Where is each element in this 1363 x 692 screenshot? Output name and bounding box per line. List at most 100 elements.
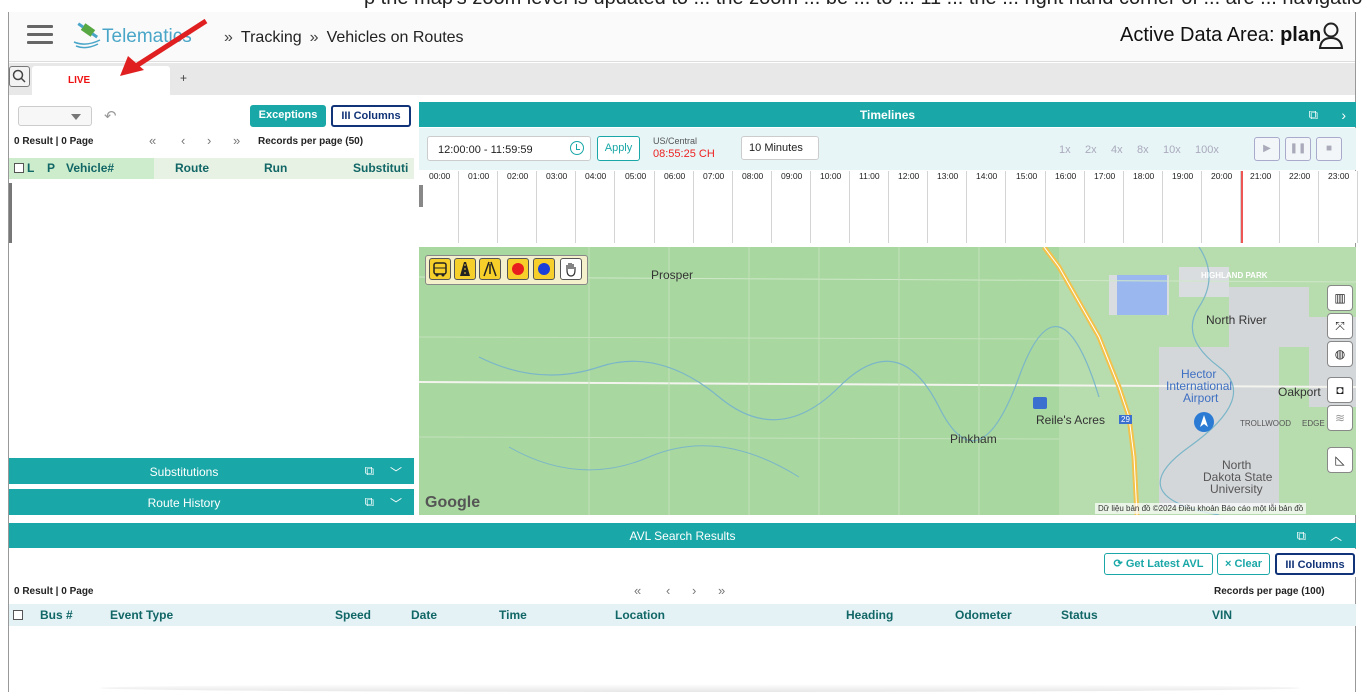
col-vehicle[interactable]: Vehicle# [66,161,114,175]
col-l[interactable]: L [27,161,34,175]
resize-handle[interactable] [9,183,12,243]
timelines-title: Timelines [859,108,916,122]
map-label-airport: Airport [1183,391,1219,405]
timeline-hour-label: 13:00 [937,171,959,181]
route-lines-icon[interactable] [479,258,501,280]
avl-columns-button[interactable]: III Columns [1275,553,1355,575]
col-run[interactable]: Run [264,161,287,175]
speed-10x[interactable]: 10x [1163,144,1181,156]
route-toggle-icon[interactable]: ⤧ [1327,313,1353,339]
minutes-label: Minutes [764,142,803,154]
clock-icon[interactable] [570,141,584,155]
speed-2x[interactable]: 2x [1085,144,1097,156]
prev-page-icon[interactable]: ‹ [181,133,185,148]
records-per-page[interactable]: Records per page (50) [258,136,363,147]
col-vin[interactable]: VIN [1212,608,1232,622]
col-substitution[interactable]: Substituti [353,161,408,175]
pause-icon[interactable]: ❚❚ [1285,137,1311,161]
timeline-hour-gridline [966,171,967,243]
last-page-icon[interactable]: » [718,583,725,598]
user-icon[interactable] [1318,22,1344,50]
speed-100x[interactable]: 100x [1195,144,1219,156]
col-location[interactable]: Location [615,608,665,622]
blue-stop-icon[interactable] [533,258,555,280]
timeline-drag-handle[interactable] [419,185,423,207]
avl-result-count: 0 Result | 0 Page [14,586,94,597]
avl-records-per-page[interactable]: Records per page (100) [1214,586,1325,597]
columns-button[interactable]: III Columns [331,105,411,127]
chevron-down-icon[interactable]: ﹀ [390,495,402,512]
breadcrumb-tracking[interactable]: Tracking [241,29,302,46]
chevron-up-icon[interactable]: ︿ [1330,527,1342,544]
filter-dropdown[interactable] [18,106,92,126]
timeline-hour-label: 20:00 [1211,171,1233,181]
col-route[interactable]: Route [175,161,209,175]
timeline-hour-label: 04:00 [585,171,607,181]
external-link-icon[interactable]: ⧉ [1297,528,1306,544]
active-data-area: Active Data Area: plan [1120,24,1321,47]
speed-8x[interactable]: 8x [1137,144,1149,156]
col-heading[interactable]: Heading [846,608,893,622]
timeline-hour-gridline [771,171,772,243]
chevron-right-icon[interactable]: › [1341,107,1346,123]
layers-icon[interactable]: ≋ [1327,405,1353,431]
timeline-hour-label: 11:00 [859,171,880,181]
timeline-hour-gridline [810,171,811,243]
stop-icon[interactable]: ■ [1316,137,1342,161]
first-page-icon[interactable]: « [149,133,156,148]
time-range-input[interactable]: 12:00:00 - 11:59:59 [427,136,591,161]
external-link-icon[interactable]: ⧉ [365,494,374,510]
first-page-icon[interactable]: « [634,583,641,598]
active-area-label: Active Data Area: [1120,24,1275,46]
hand-pan-icon[interactable] [560,258,582,280]
timeline-hour-gridline [1005,171,1006,243]
timeline-hour-label: 00:00 [429,171,451,181]
map-footer[interactable]: Dữ liệu bản đồ ©2024 Điều khoản Báo cáo … [1095,503,1307,514]
select-all-checkbox[interactable] [14,163,24,173]
next-page-icon[interactable]: › [692,583,696,598]
col-status[interactable]: Status [1061,608,1098,622]
undo-icon[interactable]: ↶ [104,107,117,125]
measure-icon[interactable]: ◺ [1327,447,1353,473]
timeline-hour-gridline [1201,171,1202,243]
timeline-hour-label: 15:00 [1016,171,1038,181]
minutes-input[interactable]: 10 Minutes [741,136,819,160]
speed-1x[interactable]: 1x [1059,144,1071,156]
next-page-icon[interactable]: › [207,133,211,148]
red-stop-icon[interactable] [507,258,529,280]
play-icon[interactable]: ▶ [1254,137,1280,161]
avl-select-all-checkbox[interactable] [13,610,23,620]
bus-icon[interactable] [429,258,451,280]
chevron-down-icon[interactable]: ﹀ [390,464,402,481]
range-start: 12:00:00 [438,144,481,156]
timeline-hour-gridline [1084,171,1085,243]
exceptions-button[interactable]: Exceptions [250,105,326,127]
col-time[interactable]: Time [499,608,527,622]
clear-button[interactable]: × Clear [1217,553,1270,575]
col-p[interactable]: P [47,161,55,175]
tab-live-label: LIVE [68,75,91,86]
timeline-hour-gridline [1123,171,1124,243]
prev-page-icon[interactable]: ‹ [666,583,670,598]
globe-icon[interactable]: ◍ [1327,341,1353,367]
speed-4x[interactable]: 4x [1111,144,1123,156]
substitutions-bar[interactable]: Substitutions ⧉ ﹀ [9,458,414,484]
road-icon[interactable] [454,258,476,280]
col-event-type[interactable]: Event Type [110,608,173,622]
bottom-shadow [100,684,1300,692]
col-date[interactable]: Date [411,608,437,622]
last-page-icon[interactable]: » [233,133,240,148]
col-bus[interactable]: Bus # [40,608,73,622]
search-icon[interactable] [9,66,30,87]
overlay-icon[interactable]: ◘ [1327,377,1353,403]
get-latest-avl-button[interactable]: ⟳ Get Latest AVL [1104,553,1213,575]
col-speed[interactable]: Speed [335,608,371,622]
col-odometer[interactable]: Odometer [955,608,1012,622]
external-link-icon[interactable]: ⧉ [365,463,374,479]
apply-button[interactable]: Apply [597,136,640,161]
breadcrumb-vehicles-on-routes: Vehicles on Routes [326,29,464,46]
hamburger-menu-icon[interactable] [27,25,53,45]
map-type-icon[interactable]: ▥ [1327,285,1353,311]
route-history-bar[interactable]: Route History ⧉ ﹀ [9,489,414,515]
external-link-icon[interactable]: ⧉ [1309,107,1318,123]
